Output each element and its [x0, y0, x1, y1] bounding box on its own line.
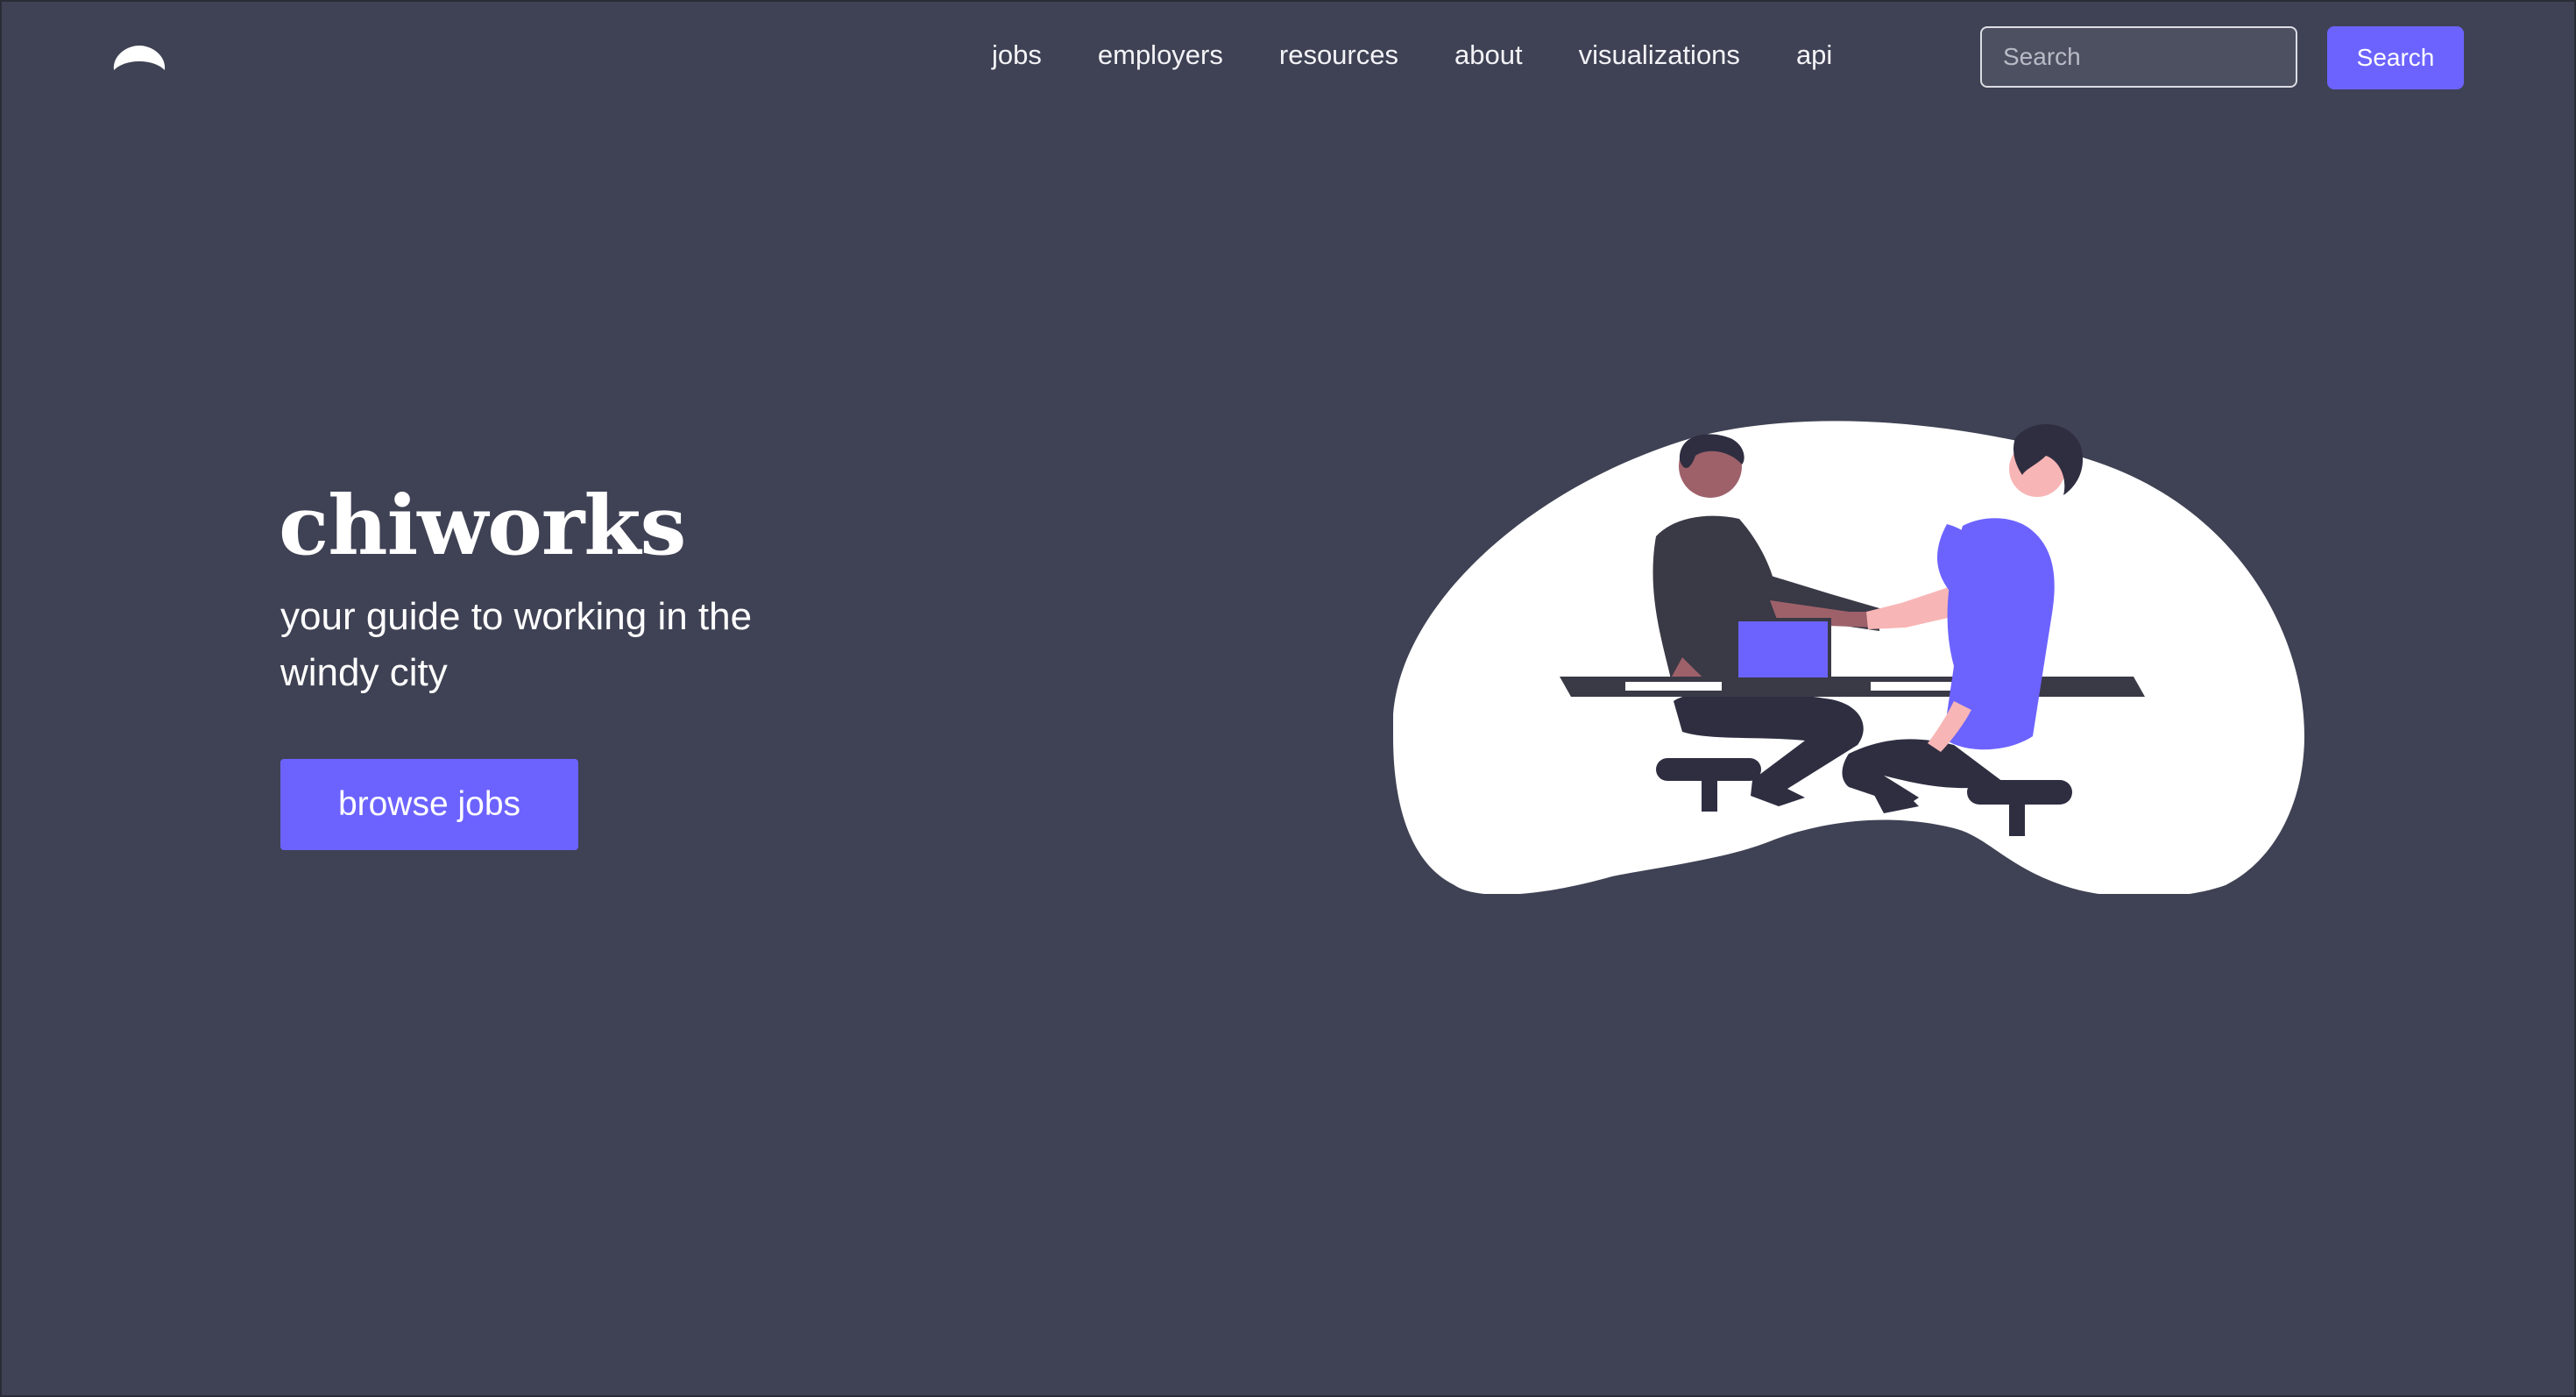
search-button[interactable]: Search [2327, 26, 2464, 89]
blob-shape [1393, 421, 2304, 894]
main-nav: jobs employers resources about visualiza… [964, 33, 1860, 77]
handshake-illustration-icon [1393, 421, 2304, 894]
laptop [1726, 618, 1840, 684]
search-input[interactable] [1980, 26, 2297, 88]
nav-link-about[interactable]: about [1426, 33, 1551, 77]
nav-link-api[interactable]: api [1768, 33, 1860, 77]
nav-link-visualizations[interactable]: visualizations [1551, 33, 1768, 77]
page: jobs employers resources about visualiza… [0, 0, 2576, 1397]
table [1560, 677, 2145, 697]
browse-jobs-button[interactable]: browse jobs [280, 759, 578, 850]
hero-title: chiworks [279, 478, 686, 574]
logo-icon[interactable] [110, 42, 168, 74]
nav-link-employers[interactable]: employers [1070, 33, 1251, 77]
nav-link-resources[interactable]: resources [1251, 33, 1426, 77]
nav-link-jobs[interactable]: jobs [964, 33, 1070, 77]
hero-subtitle: your guide to working in the windy city [280, 595, 753, 694]
